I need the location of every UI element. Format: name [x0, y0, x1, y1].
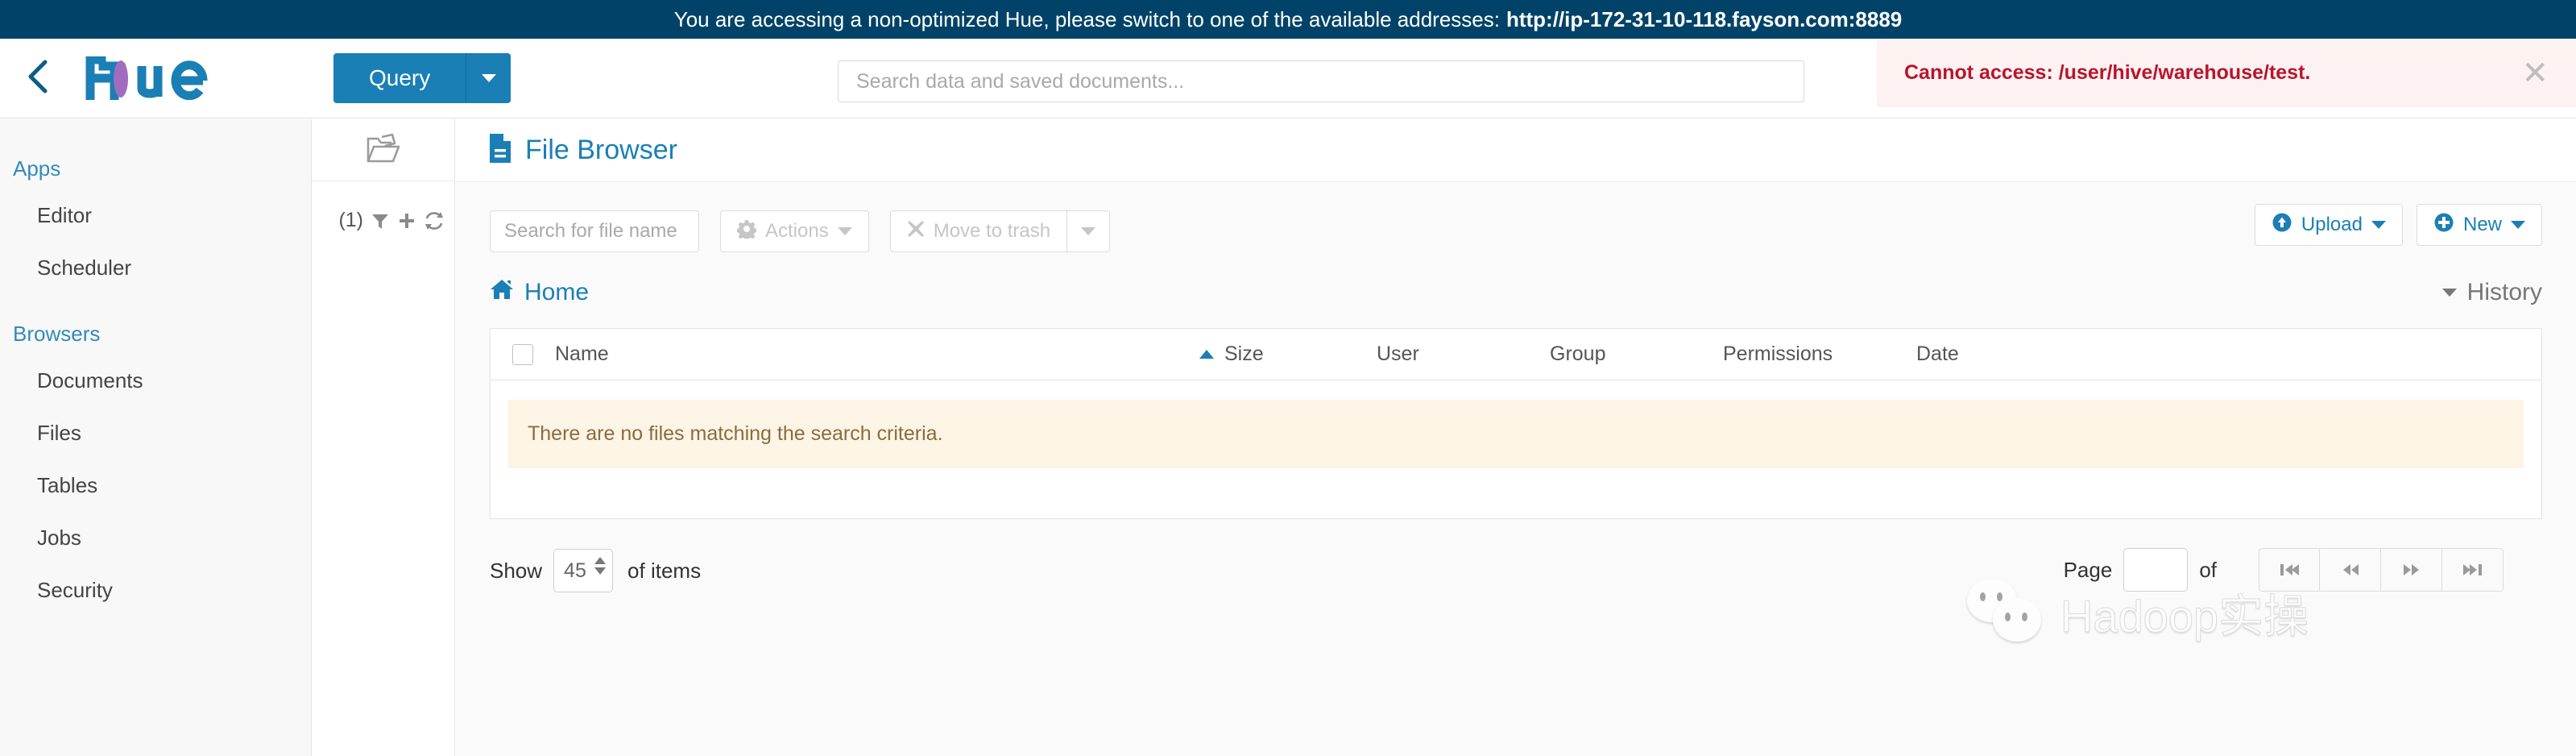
- page-header: File Browser: [456, 119, 2576, 182]
- breadcrumb-row: Home History: [456, 259, 2576, 307]
- page-label: Page: [2063, 557, 2113, 582]
- move-to-trash-dropdown-toggle[interactable]: [1067, 210, 1111, 252]
- chevron-left-icon: [24, 58, 52, 99]
- show-label: Show: [490, 558, 543, 583]
- non-optimized-notice-banner: You are accessing a non-optimized Hue, p…: [0, 0, 2576, 39]
- sidebar-item-security[interactable]: Security: [0, 564, 311, 617]
- select-all-checkbox[interactable]: [512, 343, 533, 365]
- times-icon: [907, 220, 925, 243]
- circle-plus-icon: [2433, 212, 2454, 239]
- caret-down-icon: [2441, 289, 2457, 297]
- app-sidebar: Apps Editor Scheduler Browsers Documents…: [0, 119, 312, 756]
- error-alert: Cannot access: /user/hive/warehouse/test…: [1877, 39, 2576, 107]
- folder-open-icon[interactable]: [366, 132, 401, 168]
- column-header-user-label: User: [1377, 343, 1419, 365]
- query-button-group[interactable]: Query: [333, 53, 511, 103]
- column-header-permissions-label: Permissions: [1723, 343, 1833, 365]
- hue-logo[interactable]: [84, 56, 245, 100]
- upload-label: Upload: [2301, 214, 2363, 235]
- column-header-name[interactable]: Name: [555, 343, 1199, 366]
- move-to-trash-label: Move to trash: [933, 220, 1051, 242]
- pagination-bar: Show of items Page of: [490, 534, 2542, 608]
- back-button[interactable]: [0, 58, 76, 99]
- notice-message: You are accessing a non-optimized Hue, p…: [673, 6, 1500, 31]
- caret-down-icon: [481, 74, 496, 82]
- table-footer-spacer: [491, 489, 2541, 518]
- page-title: File Browser: [525, 135, 677, 165]
- file-toolbar: Actions Move to trash: [456, 182, 2576, 259]
- column-header-date-label: Date: [1916, 343, 1959, 365]
- page-size-stepper[interactable]: [553, 549, 614, 592]
- move-to-trash-button[interactable]: Move to trash: [889, 210, 1068, 252]
- skip-to-first-icon[interactable]: [2259, 548, 2320, 592]
- toolbar-right-actions: Upload New: [2254, 204, 2542, 246]
- sidebar-item-files[interactable]: Files: [0, 407, 311, 459]
- file-search-input[interactable]: [490, 210, 699, 252]
- global-search-input[interactable]: [838, 60, 1804, 102]
- gear-icon: [736, 219, 757, 244]
- sidebar-item-editor[interactable]: Editor: [0, 189, 311, 242]
- rewind-icon[interactable]: [2320, 548, 2381, 592]
- query-button[interactable]: Query: [333, 53, 466, 103]
- column-header-name-label: Name: [555, 343, 609, 365]
- stepper-arrows[interactable]: [594, 557, 607, 575]
- assist-item-count: (1): [338, 209, 363, 231]
- caret-down-icon: [1081, 227, 1096, 235]
- circle-arrow-up-icon: [2272, 212, 2292, 239]
- column-header-date[interactable]: Date: [1916, 343, 2094, 366]
- file-document-icon: [488, 133, 512, 168]
- of-label: of: [2199, 557, 2217, 582]
- page-navigation: Page of: [2064, 548, 2504, 592]
- assist-panel-tools: (1): [312, 181, 454, 232]
- column-header-permissions[interactable]: Permissions: [1723, 343, 1916, 366]
- sidebar-group-apps-title: Apps: [13, 156, 61, 181]
- main-content: File Browser Actions Move to trash: [456, 119, 2576, 756]
- home-icon: [490, 278, 514, 307]
- upload-button[interactable]: Upload: [2254, 204, 2403, 246]
- filter-icon[interactable]: [371, 211, 390, 231]
- stepper-down-icon[interactable]: [594, 567, 607, 575]
- column-header-size-label: Size: [1224, 343, 1264, 365]
- assist-panel: (1): [312, 119, 455, 756]
- notice-url-link[interactable]: http://ip-172-31-10-118.fayson.com:8889: [1506, 7, 1902, 32]
- stepper-up-icon[interactable]: [594, 557, 607, 564]
- pagination-buttons: [2259, 548, 2504, 592]
- history-toggle[interactable]: History: [2441, 279, 2542, 306]
- column-header-group[interactable]: Group: [1550, 343, 1723, 366]
- plus-icon[interactable]: [397, 211, 416, 231]
- move-to-trash-group: Move to trash: [889, 210, 1111, 252]
- fast-forward-icon[interactable]: [2381, 548, 2442, 592]
- caret-down-icon: [2371, 221, 2386, 229]
- actions-label: Actions: [765, 220, 829, 242]
- sidebar-item-documents[interactable]: Documents: [0, 355, 311, 407]
- empty-state-message: There are no files matching the search c…: [508, 400, 2524, 468]
- file-list-table: Name Size User Group Permissions Date Th…: [490, 328, 2542, 519]
- close-icon[interactable]: ✕: [2521, 57, 2549, 89]
- caret-down-icon: [2511, 221, 2525, 229]
- breadcrumb-home[interactable]: Home: [490, 278, 589, 307]
- of-items-label: of items: [627, 558, 702, 583]
- history-label: History: [2466, 279, 2542, 305]
- caret-down-icon: [837, 227, 852, 235]
- column-header-size[interactable]: Size: [1199, 343, 1377, 366]
- sidebar-group-browsers-title: Browsers: [13, 322, 101, 346]
- sidebar-item-jobs[interactable]: Jobs: [0, 512, 311, 564]
- query-dropdown-toggle[interactable]: [466, 53, 511, 103]
- sort-ascending-icon: [1199, 350, 1214, 359]
- refresh-icon[interactable]: [424, 211, 445, 231]
- new-label: New: [2462, 214, 2502, 235]
- error-message: Cannot access: /user/hive/warehouse/test…: [1904, 61, 2311, 84]
- select-all-header: [491, 343, 555, 365]
- sidebar-item-tables[interactable]: Tables: [0, 459, 311, 512]
- actions-button[interactable]: Actions: [720, 210, 869, 252]
- page-number-input[interactable]: [2123, 548, 2189, 592]
- column-header-user[interactable]: User: [1377, 343, 1550, 366]
- breadcrumb-home-label: Home: [524, 279, 590, 305]
- table-header-row: Name Size User Group Permissions Date: [491, 329, 2541, 380]
- assist-panel-header: [312, 119, 454, 181]
- column-header-group-label: Group: [1550, 343, 1606, 365]
- skip-to-last-icon[interactable]: [2442, 548, 2504, 592]
- sidebar-item-scheduler[interactable]: Scheduler: [0, 242, 311, 294]
- new-button[interactable]: New: [2416, 204, 2542, 246]
